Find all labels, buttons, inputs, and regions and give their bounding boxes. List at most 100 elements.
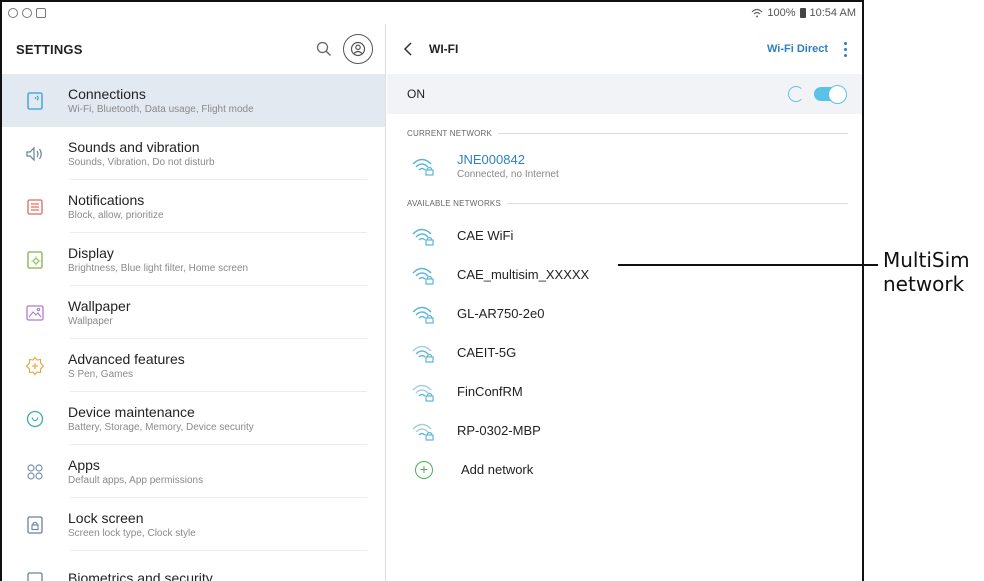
network-row[interactable]: CAE WiFi — [387, 216, 862, 255]
lock-screen-icon — [20, 510, 50, 540]
screenshot-icon — [36, 8, 46, 18]
settings-header: SETTINGS — [2, 24, 385, 74]
current-network-header: CURRENT NETWORK — [387, 122, 862, 144]
status-right: 100% 10:54 AM — [751, 7, 856, 19]
wifi-signal-icon — [751, 8, 763, 18]
back-chevron-icon[interactable] — [403, 41, 419, 57]
notifications-icon — [20, 192, 50, 222]
callout-line1: MultiSim — [883, 248, 970, 272]
sound-icon — [20, 139, 50, 169]
callout-label: MultiSim network — [883, 248, 970, 296]
menu-item-subtitle: Wallpaper — [68, 316, 113, 327]
menu-item-apps[interactable]: Apps Default apps, App permissions — [2, 445, 385, 498]
biometrics-icon — [20, 563, 50, 581]
add-network-label: Add network — [461, 462, 534, 477]
wifi-state-label: ON — [407, 87, 425, 101]
menu-item-lock-screen[interactable]: Lock screen Screen lock type, Clock styl… — [2, 498, 385, 551]
menu-item-notifications[interactable]: Notifications Block, allow, prioritize — [2, 180, 385, 233]
wifi-locked-icon — [411, 303, 437, 325]
available-networks-header: AVAILABLE NETWORKS — [387, 192, 862, 214]
scanning-spinner-icon — [788, 86, 804, 102]
network-row[interactable]: FinConfRM — [387, 372, 862, 411]
notification-icons — [8, 8, 46, 18]
menu-item-title: Connections — [68, 86, 146, 102]
battery-percent: 100% — [767, 7, 796, 19]
search-icon[interactable] — [313, 38, 335, 60]
network-row[interactable]: RP-0302-MBP — [387, 411, 862, 450]
wifi-master-switch-row[interactable]: ON — [387, 74, 862, 114]
network-row[interactable]: CAEIT-5G — [387, 333, 862, 372]
menu-item-title: Apps — [68, 457, 100, 473]
menu-item-title: Wallpaper — [68, 298, 131, 314]
add-icon: + — [415, 460, 433, 479]
current-network-row[interactable]: JNE000842 Connected, no Internet — [387, 144, 862, 188]
wifi-locked-icon — [411, 155, 437, 177]
settings-pane: SETTINGS Connections Wi-Fi, Bluetooth, D… — [2, 24, 386, 581]
menu-item-biometrics[interactable]: Biometrics and security — [2, 551, 385, 581]
page-title: WI-FI — [429, 42, 459, 56]
wifi-locked-icon — [411, 381, 437, 403]
network-name: RP-0302-MBP — [457, 423, 541, 438]
network-row[interactable]: GL-AR750-2e0 — [387, 294, 862, 333]
menu-item-title: Device maintenance — [68, 404, 195, 420]
wifi-direct-button[interactable]: Wi-Fi Direct — [767, 43, 828, 55]
menu-item-subtitle: Battery, Storage, Memory, Device securit… — [68, 422, 254, 433]
section-label: AVAILABLE NETWORKS — [407, 198, 501, 208]
network-name: CAE_multisim_XXXXX — [457, 267, 590, 282]
clock: 10:54 AM — [809, 7, 856, 19]
menu-item-subtitle: Wi-Fi, Bluetooth, Data usage, Flight mod… — [68, 104, 254, 115]
wifi-toggle[interactable] — [814, 85, 847, 104]
menu-item-title: Notifications — [68, 192, 145, 208]
menu-item-title: Advanced features — [68, 351, 185, 367]
wifi-header: WI-FI Wi-Fi Direct — [387, 24, 862, 74]
account-icon[interactable] — [343, 34, 373, 64]
apps-icon — [20, 457, 50, 487]
divider — [498, 132, 848, 134]
menu-item-subtitle: Default apps, App permissions — [68, 475, 204, 486]
tablet-screen: 100% 10:54 AM SETTINGS Connections Wi-Fi… — [0, 0, 864, 581]
menu-item-display[interactable]: Display Brightness, Blue light filter, H… — [2, 233, 385, 286]
menu-item-title: Biometrics and security — [68, 569, 213, 581]
menu-item-connections[interactable]: Connections Wi-Fi, Bluetooth, Data usage… — [2, 74, 385, 127]
wifi-pane: WI-FI Wi-Fi Direct ON CURRENT NETWORK JN… — [387, 24, 862, 581]
network-name: CAEIT-5G — [457, 345, 517, 360]
notification-icon — [22, 8, 32, 18]
more-options-icon[interactable] — [840, 41, 850, 57]
network-name: FinConfRM — [457, 384, 523, 399]
menu-item-device-maintenance[interactable]: Device maintenance Battery, Storage, Mem… — [2, 392, 385, 445]
battery-icon — [799, 8, 806, 18]
menu-item-title: Display — [68, 245, 114, 261]
status-bar: 100% 10:54 AM — [2, 2, 862, 24]
network-name: JNE000842 — [457, 152, 525, 167]
menu-item-sounds[interactable]: Sounds and vibration Sounds, Vibration, … — [2, 127, 385, 180]
network-status: Connected, no Internet — [457, 169, 559, 180]
menu-item-subtitle: Screen lock type, Clock style — [68, 528, 196, 539]
display-icon — [20, 245, 50, 275]
device-maintenance-icon — [20, 404, 50, 434]
network-name: GL-AR750-2e0 — [457, 306, 545, 321]
wifi-locked-icon — [411, 342, 437, 364]
callout-line — [618, 264, 878, 266]
divider — [507, 202, 848, 204]
network-name: CAE WiFi — [457, 228, 514, 243]
wifi-locked-icon — [411, 264, 437, 286]
network-row-multisim[interactable]: CAE_multisim_XXXXX — [387, 255, 862, 294]
menu-item-subtitle: Block, allow, prioritize — [68, 210, 164, 221]
menu-item-wallpaper[interactable]: Wallpaper Wallpaper — [2, 286, 385, 339]
settings-title: SETTINGS — [16, 41, 83, 57]
menu-item-subtitle: Sounds, Vibration, Do not disturb — [68, 157, 215, 168]
add-network-button[interactable]: + Add network — [387, 450, 862, 489]
menu-item-advanced-features[interactable]: Advanced features S Pen, Games — [2, 339, 385, 392]
connections-icon — [20, 86, 50, 116]
menu-item-title: Lock screen — [68, 510, 144, 526]
callout-line2: network — [883, 272, 965, 296]
wifi-locked-icon — [411, 420, 437, 442]
section-label: CURRENT NETWORK — [407, 128, 493, 138]
wifi-locked-icon — [411, 225, 437, 247]
notification-icon — [8, 8, 18, 18]
menu-item-title: Sounds and vibration — [68, 139, 200, 155]
menu-item-subtitle: S Pen, Games — [68, 369, 134, 380]
advanced-features-icon — [20, 351, 50, 381]
menu-item-subtitle: Brightness, Blue light filter, Home scre… — [68, 263, 249, 274]
wallpaper-icon — [20, 298, 50, 328]
